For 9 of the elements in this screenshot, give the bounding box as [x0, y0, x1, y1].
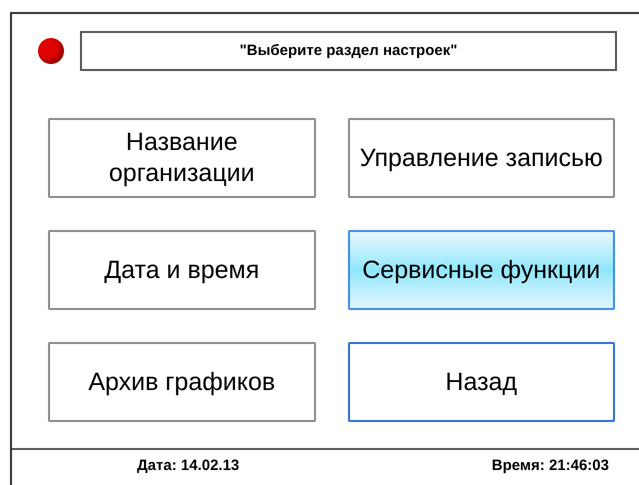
menu-button[interactable]: Сервисные функции: [348, 230, 615, 310]
menu-button[interactable]: Название организации: [48, 118, 316, 198]
time-text: Время: 21:46:03: [492, 456, 609, 476]
menu-button[interactable]: Дата и время: [48, 230, 316, 310]
menu-button[interactable]: Архив графиков: [48, 342, 316, 422]
menu-button[interactable]: Назад: [348, 342, 615, 422]
menu-button[interactable]: Управление записью: [348, 118, 615, 198]
date-text: Дата: 14.02.13: [137, 456, 240, 476]
message-box: "Выберите раздел настроек": [80, 31, 617, 71]
